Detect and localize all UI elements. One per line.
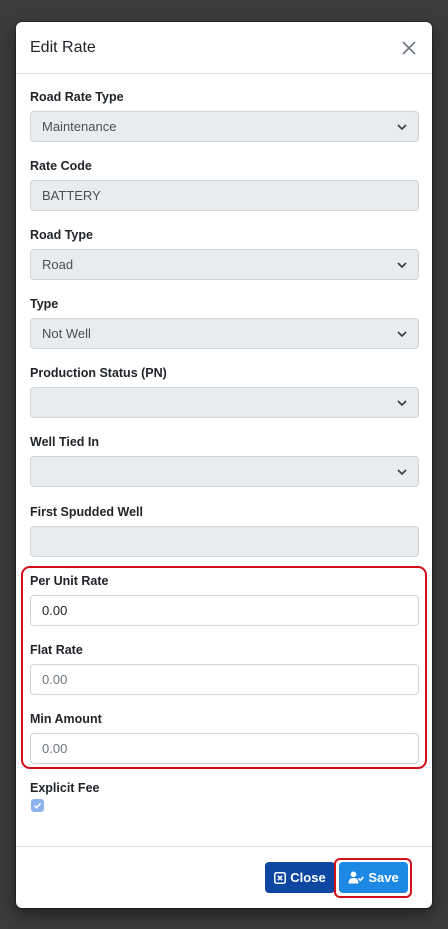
modal-header: Edit Rate	[16, 22, 432, 74]
chevron-down-icon	[397, 124, 407, 131]
min-amount-input[interactable]: 0.00	[30, 733, 419, 764]
first-spudded-well-label: First Spudded Well	[30, 505, 143, 519]
close-button[interactable]: Close	[265, 862, 335, 893]
road-rate-type-value: Maintenance	[42, 119, 117, 134]
min-amount-field: Min Amount 0.00	[30, 712, 419, 764]
type-select[interactable]: Not Well	[30, 318, 419, 349]
road-rate-type-select[interactable]: Maintenance	[30, 111, 419, 142]
close-box-icon	[274, 871, 287, 884]
production-status-label: Production Status (PN)	[30, 366, 167, 380]
first-spudded-well-input[interactable]	[30, 526, 419, 557]
rate-code-field: Rate Code BATTERY	[30, 159, 419, 211]
explicit-fee-field: Explicit Fee	[30, 781, 419, 802]
type-value: Not Well	[42, 326, 91, 341]
type-label: Type	[30, 297, 59, 311]
flat-rate-value: 0.00	[42, 672, 68, 687]
save-button[interactable]: Save	[339, 862, 408, 893]
chevron-down-icon	[397, 469, 407, 476]
well-tied-in-field: Well Tied In	[30, 435, 419, 487]
production-status-select[interactable]	[30, 387, 419, 418]
production-status-field: Production Status (PN)	[30, 366, 419, 418]
first-spudded-well-field: First Spudded Well	[30, 505, 419, 557]
user-check-icon	[348, 871, 365, 884]
min-amount-value: 0.00	[42, 741, 68, 756]
explicit-fee-label: Explicit Fee	[30, 781, 100, 795]
edit-rate-modal: Edit Rate Road Rate Type Maintenance Rat…	[16, 22, 432, 908]
per-unit-rate-label: Per Unit Rate	[30, 574, 109, 588]
chevron-down-icon	[397, 400, 407, 407]
close-button-label: Close	[290, 870, 326, 885]
per-unit-rate-input[interactable]: 0.00	[30, 595, 419, 626]
rate-code-label: Rate Code	[30, 159, 92, 173]
road-type-field: Road Type Road	[30, 228, 419, 280]
rate-code-input[interactable]: BATTERY	[30, 180, 419, 211]
road-rate-type-label: Road Rate Type	[30, 90, 124, 104]
chevron-down-icon	[397, 262, 407, 269]
check-icon	[33, 802, 42, 809]
save-button-label: Save	[368, 870, 399, 885]
explicit-fee-checkbox[interactable]	[31, 799, 44, 812]
road-type-value: Road	[42, 257, 74, 272]
road-type-label: Road Type	[30, 228, 93, 242]
per-unit-rate-value: 0.00	[42, 603, 68, 618]
modal-footer: Close Save	[16, 846, 432, 908]
type-field: Type Not Well	[30, 297, 419, 349]
rate-code-value: BATTERY	[42, 188, 101, 203]
modal-title: Edit Rate	[30, 38, 96, 56]
road-rate-type-field: Road Rate Type Maintenance	[30, 90, 419, 142]
flat-rate-label: Flat Rate	[30, 643, 83, 657]
well-tied-in-select[interactable]	[30, 456, 419, 487]
chevron-down-icon	[397, 331, 407, 338]
flat-rate-field: Flat Rate 0.00	[30, 643, 419, 695]
well-tied-in-label: Well Tied In	[30, 435, 99, 449]
close-icon[interactable]	[400, 39, 418, 57]
road-type-select[interactable]: Road	[30, 249, 419, 280]
min-amount-label: Min Amount	[30, 712, 102, 726]
flat-rate-input[interactable]: 0.00	[30, 664, 419, 695]
per-unit-rate-field: Per Unit Rate 0.00	[30, 574, 419, 626]
